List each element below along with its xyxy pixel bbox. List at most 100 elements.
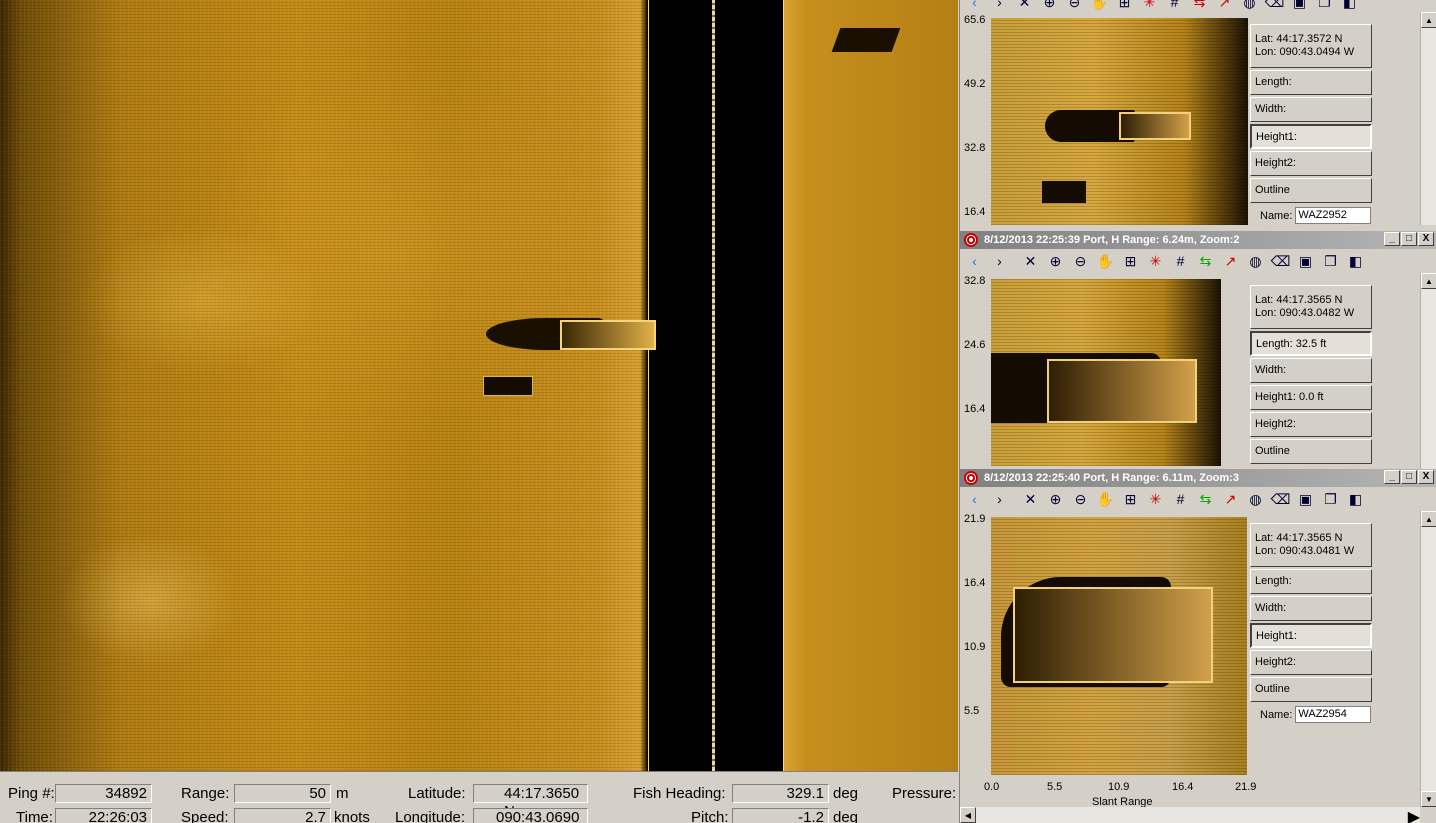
graph-icon[interactable]: ↗ bbox=[1214, 0, 1235, 12]
window-buttons: _ □ X bbox=[1384, 470, 1434, 484]
fit-icon[interactable]: ⊞ bbox=[1120, 489, 1141, 509]
eraser-icon[interactable]: ⌫ bbox=[1270, 489, 1291, 509]
name-input[interactable]: WAZ2952 bbox=[1295, 207, 1372, 224]
measure-star-icon[interactable]: ✳ bbox=[1145, 251, 1166, 271]
latitude-field: 44:17.3650 N bbox=[473, 784, 588, 820]
measure-star-icon[interactable]: ✳ bbox=[1145, 489, 1166, 509]
grid-icon[interactable]: # bbox=[1170, 489, 1191, 509]
pane1-vertical-scrollbar[interactable]: ▲ bbox=[1420, 12, 1436, 225]
tile-icon[interactable]: ◧ bbox=[1345, 251, 1366, 271]
palette-icon[interactable]: ◍ bbox=[1245, 489, 1266, 509]
close-button[interactable]: X bbox=[1418, 232, 1434, 246]
pane3-titlebar[interactable]: 8/12/2013 22:25:40 Port, H Range: 6.11m,… bbox=[960, 469, 1436, 487]
save-icon[interactable]: ▣ bbox=[1295, 251, 1316, 271]
pane3-horizontal-scrollbar[interactable]: ◀ ▶ bbox=[960, 807, 1420, 823]
height1-button[interactable]: Height1: bbox=[1250, 124, 1372, 149]
outline-button[interactable]: Outline bbox=[1250, 439, 1372, 464]
scroll-up-icon[interactable]: ▲ bbox=[1421, 12, 1436, 28]
length-button[interactable]: Length: bbox=[1250, 569, 1372, 594]
minimize-button[interactable]: _ bbox=[1384, 232, 1400, 246]
latlon-readout[interactable]: Lat: 44:17.3565 N Lon: 090:43.0481 W bbox=[1250, 523, 1372, 567]
eraser-icon[interactable]: ⌫ bbox=[1270, 251, 1291, 271]
width-button[interactable]: Width: bbox=[1250, 358, 1372, 383]
forward-arrow-icon[interactable]: › bbox=[989, 0, 1010, 12]
latlon-readout[interactable]: Lat: 44:17.3572 N Lon: 090:43.0494 W bbox=[1250, 24, 1372, 68]
delete-x-icon[interactable]: ✕ bbox=[1014, 0, 1035, 12]
measure-star-icon[interactable]: ✳ bbox=[1139, 0, 1160, 12]
y-tick: 16.4 bbox=[964, 206, 986, 218]
scroll-down-icon[interactable]: ▼ bbox=[1421, 791, 1436, 807]
back-arrow-icon[interactable]: ‹ bbox=[964, 0, 985, 12]
copy-icon[interactable]: ❐ bbox=[1320, 251, 1341, 271]
fit-icon[interactable]: ⊞ bbox=[1120, 251, 1141, 271]
eraser-icon[interactable]: ⌫ bbox=[1264, 0, 1285, 12]
zoom-in-icon[interactable]: ⊕ bbox=[1045, 489, 1066, 509]
copy-icon[interactable]: ❐ bbox=[1320, 489, 1341, 509]
forward-arrow-icon[interactable]: › bbox=[989, 251, 1010, 271]
secondary-target[interactable] bbox=[831, 28, 901, 52]
zoom-out-icon[interactable]: ⊖ bbox=[1070, 251, 1091, 271]
delete-x-icon[interactable]: ✕ bbox=[1020, 489, 1041, 509]
speed-label: Speed: bbox=[181, 809, 229, 823]
scroll-up-icon[interactable]: ▲ bbox=[1421, 273, 1436, 289]
graph-icon[interactable]: ↗ bbox=[1220, 489, 1241, 509]
zoom-in-icon[interactable]: ⊕ bbox=[1045, 251, 1066, 271]
back-arrow-icon[interactable]: ‹ bbox=[964, 251, 985, 271]
outline-button[interactable]: Outline bbox=[1250, 677, 1372, 702]
sonar-waterfall-view[interactable] bbox=[0, 0, 958, 771]
palette-icon[interactable]: ◍ bbox=[1245, 251, 1266, 271]
height2-button[interactable]: Height2: bbox=[1250, 650, 1372, 675]
back-arrow-icon[interactable]: ‹ bbox=[964, 489, 985, 509]
debris-target[interactable] bbox=[483, 376, 533, 396]
grid-icon[interactable]: # bbox=[1170, 251, 1191, 271]
tile-icon[interactable]: ◧ bbox=[1339, 0, 1360, 12]
pane3-sonar-image[interactable] bbox=[991, 517, 1247, 775]
save-icon[interactable]: ▣ bbox=[1289, 0, 1310, 12]
delete-x-icon[interactable]: ✕ bbox=[1020, 251, 1041, 271]
forward-arrow-icon[interactable]: › bbox=[989, 489, 1010, 509]
heading-unit: deg bbox=[833, 785, 859, 802]
scroll-right-icon[interactable]: ▶ bbox=[1408, 807, 1420, 823]
y-tick: 32.8 bbox=[964, 275, 986, 287]
zoom-out-icon[interactable]: ⊖ bbox=[1070, 489, 1091, 509]
pane3-vertical-scrollbar[interactable]: ▲ ▼ bbox=[1420, 511, 1436, 807]
minimize-button[interactable]: _ bbox=[1384, 470, 1400, 484]
swap-arrows-icon[interactable]: ⇆ bbox=[1189, 0, 1210, 12]
restore-button[interactable]: □ bbox=[1401, 470, 1417, 484]
fit-icon[interactable]: ⊞ bbox=[1114, 0, 1135, 12]
name-input[interactable]: WAZ2954 bbox=[1295, 706, 1372, 723]
restore-button[interactable]: □ bbox=[1401, 232, 1417, 246]
x-tick: 16.4 bbox=[1172, 781, 1194, 793]
tile-icon[interactable]: ◧ bbox=[1345, 489, 1366, 509]
width-button[interactable]: Width: bbox=[1250, 97, 1372, 122]
pan-hand-icon[interactable]: ✋ bbox=[1095, 489, 1116, 509]
length-button[interactable]: Length: bbox=[1250, 70, 1372, 95]
pan-hand-icon[interactable]: ✋ bbox=[1089, 0, 1110, 12]
graph-icon[interactable]: ↗ bbox=[1220, 251, 1241, 271]
swap-arrows-icon[interactable]: ⇆ bbox=[1195, 489, 1216, 509]
height2-button[interactable]: Height2: bbox=[1250, 412, 1372, 437]
length-button[interactable]: Length: 32.5 ft bbox=[1250, 331, 1372, 356]
pan-hand-icon[interactable]: ✋ bbox=[1095, 251, 1116, 271]
scroll-left-icon[interactable]: ◀ bbox=[960, 807, 976, 823]
save-icon[interactable]: ▣ bbox=[1295, 489, 1316, 509]
swap-arrows-icon[interactable]: ⇆ bbox=[1195, 251, 1216, 271]
copy-icon[interactable]: ❐ bbox=[1314, 0, 1335, 12]
zoom-in-icon[interactable]: ⊕ bbox=[1039, 0, 1060, 12]
palette-icon[interactable]: ◍ bbox=[1239, 0, 1260, 12]
outline-button[interactable]: Outline bbox=[1250, 178, 1372, 203]
pane2-titlebar[interactable]: 8/12/2013 22:25:39 Port, H Range: 6.24m,… bbox=[960, 231, 1436, 249]
wreck-target[interactable] bbox=[560, 320, 656, 350]
pane1-sonar-image[interactable] bbox=[991, 18, 1248, 225]
pane2-vertical-scrollbar[interactable]: ▲ bbox=[1420, 273, 1436, 469]
scroll-up-icon[interactable]: ▲ bbox=[1421, 511, 1436, 527]
close-button[interactable]: X bbox=[1418, 470, 1434, 484]
latlon-readout[interactable]: Lat: 44:17.3565 N Lon: 090:43.0482 W bbox=[1250, 285, 1372, 329]
height1-button[interactable]: Height1: bbox=[1250, 623, 1372, 648]
height2-button[interactable]: Height2: bbox=[1250, 151, 1372, 176]
grid-icon[interactable]: # bbox=[1164, 0, 1185, 12]
width-button[interactable]: Width: bbox=[1250, 596, 1372, 621]
pane2-sonar-image[interactable] bbox=[991, 279, 1221, 466]
zoom-out-icon[interactable]: ⊖ bbox=[1064, 0, 1085, 12]
height1-button[interactable]: Height1: 0.0 ft bbox=[1250, 385, 1372, 410]
